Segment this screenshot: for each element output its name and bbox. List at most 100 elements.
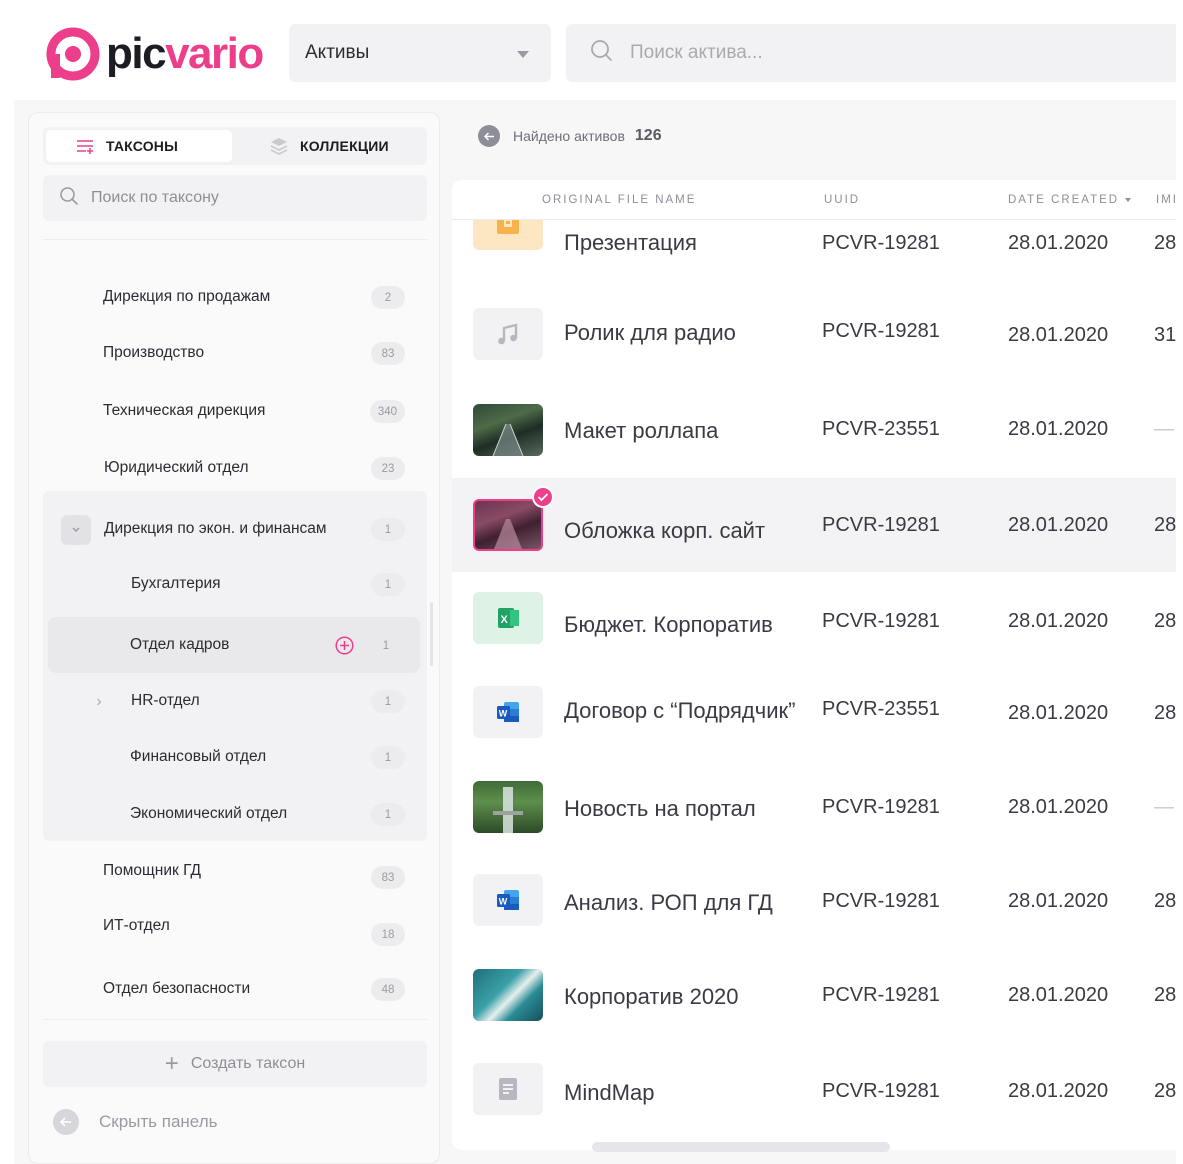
table-row[interactable]: Корпоратив 2020 PCVR-19281 28.01.2020 28 (452, 948, 1176, 1042)
taxon-count-badge: 1 (371, 518, 405, 541)
panel-resize-handle[interactable] (430, 602, 433, 666)
taxon-label: Юридический отдел (104, 459, 249, 476)
uuid: PCVR-23551 (822, 698, 940, 720)
table-row[interactable]: Макет роллапа PCVR-23551 28.01.2020 — (452, 384, 1176, 478)
taxon-count-badge: 1 (382, 639, 390, 652)
file-name: Презентация (564, 230, 697, 255)
create-taxon-button[interactable]: + Создать таксон (43, 1041, 427, 1087)
taxon-item[interactable]: HR-отдел 1 (43, 673, 427, 729)
word-file-icon: W (473, 686, 543, 738)
hide-panel-label: Скрыть панель (99, 1112, 218, 1131)
column-header-date-created[interactable]: DATE CREATED (1008, 194, 1132, 206)
chevron-down-icon[interactable] (61, 515, 91, 545)
extra-column-value: 31. (1154, 324, 1176, 346)
taxon-item[interactable]: Юридический отдел 23 (43, 440, 427, 496)
taxon-label: HR-отдел (131, 692, 200, 709)
assets-type-select[interactable]: Активы (289, 24, 551, 82)
taxon-item[interactable]: Экономический отдел 1 (43, 786, 427, 842)
document-file-icon (473, 1063, 543, 1115)
chevron-down-icon (517, 51, 529, 58)
asset-search-placeholder: Поиск актива... (630, 42, 763, 63)
svg-text:X: X (501, 614, 509, 626)
taxon-count-badge: 1 (371, 746, 405, 769)
hide-panel-button[interactable]: Скрыть панель (53, 1107, 217, 1137)
audio-file-icon (473, 308, 543, 360)
table-row[interactable]: W Анализ. РОП для ГД PCVR-19281 28.01.20… (452, 854, 1176, 948)
uuid: PCVR-19281 (822, 1080, 940, 1102)
asset-search-input[interactable]: Поиск актива... (566, 24, 1176, 82)
found-count: 126 (634, 127, 662, 144)
horizontal-scrollbar[interactable] (592, 1142, 890, 1152)
column-header-uuid[interactable]: UUID (824, 194, 860, 206)
file-name: Ролик для радио (564, 320, 736, 345)
column-header-extra[interactable]: IMI (1156, 194, 1176, 206)
sort-desc-icon (1125, 197, 1132, 202)
table-row[interactable]: X Бюджет. Корпоратив PCVR-19281 28.01.20… (452, 572, 1176, 666)
taxon-count-badge: 1 (371, 803, 405, 826)
column-header-file-name[interactable]: ORIGINAL FILE NAME (542, 194, 696, 206)
taxon-label: Бухгалтерия (131, 575, 221, 592)
file-name: Корпоратив 2020 (564, 984, 739, 1009)
taxon-item[interactable]: Помощник ГД 83 (43, 843, 427, 899)
word-file-icon: W (473, 874, 543, 926)
uuid: PCVR-19281 (822, 514, 940, 536)
file-name: Новость на портал (564, 796, 756, 821)
table-row[interactable]: Ролик для радио PCVR-19281 28.01.2020 31… (452, 288, 1176, 382)
file-name: Обложка корп. сайт (564, 518, 766, 543)
taxon-search-input[interactable]: Поиск по таксону (43, 175, 427, 221)
uuid: PCVR-19281 (822, 796, 940, 818)
search-icon (590, 39, 614, 68)
extra-column-value: 28 (1154, 984, 1176, 1006)
table-row[interactable]: MindMap PCVR-19281 28.01.2020 28 (452, 1042, 1176, 1136)
file-name: Договор с “Подрядчик” (564, 698, 796, 723)
taxon-count-badge: 48 (371, 978, 405, 1001)
taxon-item[interactable]: ИТ-отдел 18 (43, 898, 427, 954)
results-summary: Найдено активов 126 (478, 124, 662, 148)
ocean-aerial-image (473, 969, 543, 1021)
panel-tabs: ТАКСОНЫ КОЛЛЕКЦИИ (43, 127, 427, 165)
taxon-item[interactable]: Техническая дирекция 340 (43, 383, 427, 439)
taxon-item[interactable]: Производство 83 (43, 325, 427, 381)
taxon-count-badge: 23 (371, 457, 405, 480)
date-created: 28.01.2020 (1008, 702, 1109, 724)
svg-text:W: W (499, 897, 508, 907)
taxon-label: Производство (103, 344, 205, 361)
table-row[interactable]: W Договор с “Подрядчик” PCVR-23551 28.01… (452, 666, 1176, 760)
date-created: 28.01.2020 (1008, 610, 1109, 632)
taxon-item-selected[interactable]: Отдел кадров 1 (48, 617, 420, 673)
create-taxon-label: Создать таксон (190, 1055, 306, 1072)
waterfall-image (473, 781, 543, 833)
tab-collections[interactable]: КОЛЛЕКЦИИ (256, 130, 426, 162)
taxon-label: ИТ-отдел (103, 917, 170, 934)
column-header-label: ORIGINAL FILE NAME (542, 194, 697, 206)
taxon-count-badge: 2 (371, 286, 405, 309)
date-created: 28.01.2020 (1008, 232, 1109, 254)
taxon-item-expanded[interactable]: Дирекция по экон. и финансам 1 (43, 501, 427, 557)
taxon-item[interactable]: Дирекция по продажам 2 (43, 269, 427, 325)
table-row[interactable]: Новость на портал PCVR-19281 28.01.2020 … (452, 760, 1176, 854)
logo-wordmark: picvario (106, 28, 264, 80)
taxon-count-badge: 18 (371, 923, 405, 946)
found-label: Найдено активов (513, 128, 625, 144)
taxon-item[interactable]: Отдел безопасности 48 (43, 961, 427, 1017)
taxon-count-badge: 83 (371, 866, 405, 889)
arrow-left-icon[interactable] (478, 125, 500, 147)
checkmark-icon[interactable] (532, 486, 554, 508)
date-created: 28.01.2020 (1008, 890, 1109, 912)
taxon-count-badge: 83 (371, 342, 405, 365)
add-subtaxon-icon[interactable] (335, 636, 354, 655)
extra-column-value: — (1154, 796, 1174, 818)
plus-icon: + (164, 1050, 179, 1077)
taxon-item[interactable]: Бухгалтерия 1 (43, 556, 427, 612)
chevron-right-icon[interactable] (84, 687, 114, 717)
date-created: 28.01.2020 (1008, 1080, 1109, 1102)
uuid: PCVR-19281 (822, 320, 940, 342)
taxon-label: Техническая дирекция (103, 402, 266, 419)
uuid: PCVR-19281 (822, 984, 940, 1006)
tab-taxons[interactable]: ТАКСОНЫ (46, 130, 232, 162)
table-row-selected[interactable]: Обложка корп. сайт PCVR-19281 28.01.2020… (452, 478, 1176, 572)
picvario-logo[interactable]: picvario (46, 27, 264, 81)
extra-column-value: 28 (1154, 232, 1176, 254)
taxon-count-badge: 340 (369, 400, 405, 423)
taxon-item[interactable]: Финансовый отдел 1 (43, 729, 427, 785)
